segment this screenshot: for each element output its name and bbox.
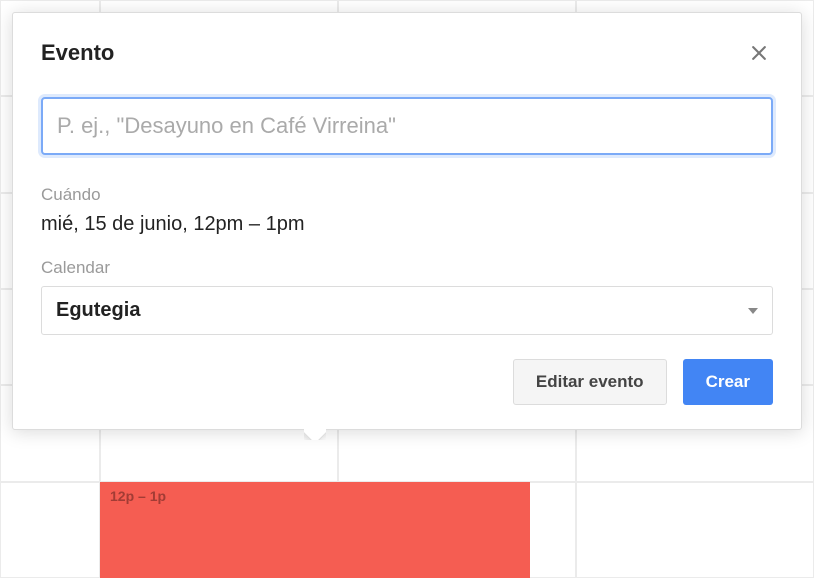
calendar-label: Calendar: [41, 258, 773, 278]
calendar-selected-value: Egutegia: [56, 299, 140, 322]
when-label: Cuándo: [41, 185, 773, 205]
event-title-input[interactable]: [41, 97, 773, 155]
close-icon: [749, 43, 769, 63]
event-create-popover: Evento Cuándo mié, 15 de junio, 12pm – 1…: [12, 12, 802, 430]
popover-title: Evento: [41, 40, 114, 66]
popover-header: Evento: [41, 39, 773, 67]
close-button[interactable]: [745, 39, 773, 67]
create-button[interactable]: Crear: [683, 359, 773, 405]
edit-event-button[interactable]: Editar evento: [513, 359, 667, 405]
chevron-down-icon: [748, 308, 758, 314]
event-time-label: 12p – 1p: [110, 488, 166, 504]
button-row: Editar evento Crear: [41, 359, 773, 405]
when-value: mié, 15 de junio, 12pm – 1pm: [41, 213, 773, 236]
calendar-select[interactable]: Egutegia: [41, 286, 773, 335]
popover-arrow: [304, 429, 326, 440]
event-block[interactable]: 12p – 1p: [100, 482, 530, 578]
